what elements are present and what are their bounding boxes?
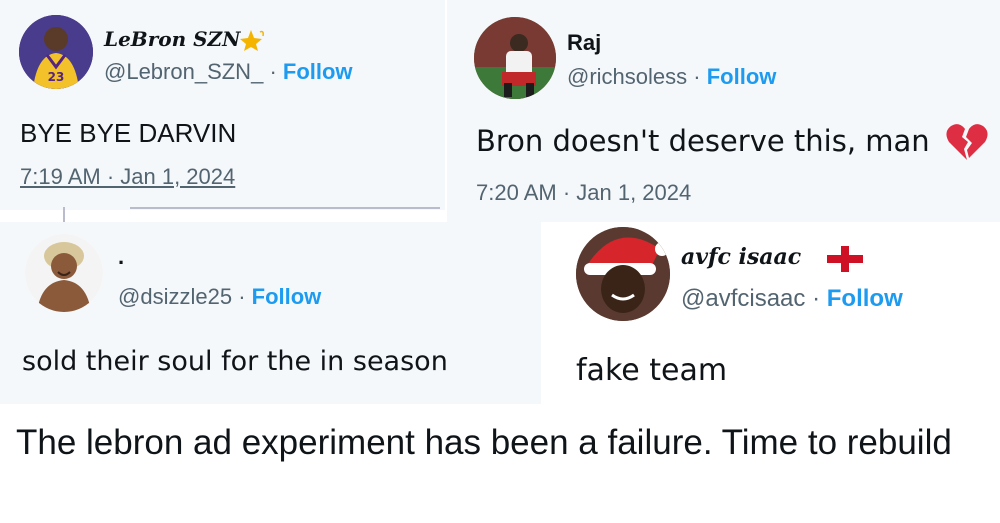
follow-button[interactable]: Follow [707,64,777,89]
tweet-timestamp[interactable]: 7:20 AM · Jan 1, 2024 [476,180,691,206]
handle-row: @dsizzle25 · Follow [118,284,321,310]
avatar-raj[interactable] [474,17,556,99]
avatar-lebron-szn[interactable]: 23 [19,15,93,89]
separator-dot: · [693,64,701,89]
svg-text:23: 23 [48,70,65,84]
tweet-text: BYE BYE DARVIN [20,118,237,148]
tweet-card-raj: Raj @richsoless · Follow Bron doesn't de… [447,0,1000,222]
handle-row: @avfcisaac · Follow [681,285,903,313]
divider-line [130,207,440,209]
display-name[interactable]: avfc isaac [681,244,801,270]
separator-dot: · [812,285,821,312]
avatar-image [474,17,556,99]
handle-row: @Lebron_SZN_ · Follow [104,59,353,85]
follow-button[interactable]: Follow [252,284,322,309]
avatar-avfcisaac[interactable] [576,227,670,321]
user-handle[interactable]: @dsizzle25 [118,284,232,309]
follow-button[interactable]: Follow [827,285,903,312]
avatar-dsizzle[interactable] [25,234,103,312]
tweet-text: fake team [576,353,728,388]
avatar-image [25,234,103,312]
user-handle[interactable]: @avfcisaac [681,285,805,312]
england-flag-icon [827,246,863,272]
handle-row: @richsoless · Follow [567,64,776,90]
display-name[interactable]: LeBron SZN [104,27,240,51]
user-handle[interactable]: @Lebron_SZN_ [104,59,263,84]
tweet-card-lebron-szn: 23 LeBron SZN @Lebron_SZN_ · Follow BYE … [0,0,445,210]
meme-caption: The lebron ad experiment has been a fail… [16,423,952,462]
user-handle[interactable]: @richsoless [567,64,687,89]
sparkle-star-icon [240,30,264,51]
separator-dot: · [238,284,246,309]
tweet-card-avfcisaac: avfc isaac @avfcisaac · Follow fake team [544,225,1000,397]
tweet-text: sold their soul for the in season [22,346,448,377]
tweet-timestamp[interactable]: 7:19 AM · Jan 1, 2024 [20,164,235,190]
avatar-image [576,227,670,321]
tweet-card-dsizzle: . @dsizzle25 · Follow sold their soul fo… [0,222,541,404]
broken-heart-icon [946,124,988,160]
display-name[interactable]: Raj [567,30,601,56]
avatar-image: 23 [19,15,93,89]
separator-dot: · [269,59,277,84]
follow-button[interactable]: Follow [283,59,353,84]
display-name[interactable]: . [118,244,124,270]
tweet-text: Bron doesn't deserve this, man [476,124,930,158]
